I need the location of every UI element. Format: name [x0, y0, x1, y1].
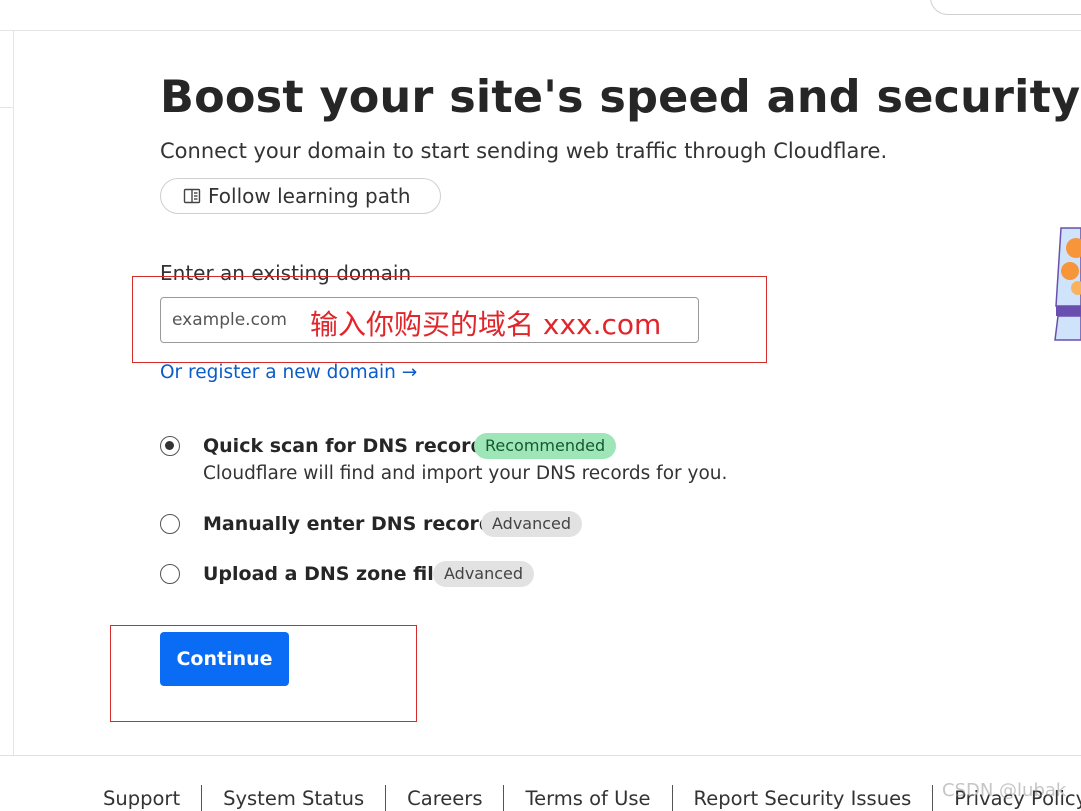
radio-quick-scan[interactable] [160, 436, 180, 456]
page-title: Boost your site's speed and security [160, 72, 1081, 123]
footer-separator [385, 785, 387, 811]
left-sidebar-rail [0, 30, 14, 755]
footer-separator [671, 785, 673, 811]
watermark: CSDN @lubak [942, 780, 1067, 801]
follow-learning-path-button[interactable]: Follow learning path [160, 178, 441, 214]
footer-link-system-status[interactable]: System Status [223, 787, 364, 810]
option-upload-title: Upload a DNS zone file [203, 563, 447, 585]
option-quick-scan-description: Cloudflare will find and import your DNS… [203, 463, 728, 484]
advanced-badge: Advanced [481, 511, 583, 537]
top-search-field[interactable] [930, 0, 1081, 15]
footer-link-support[interactable]: Support [103, 787, 180, 810]
sidebar-divider [0, 107, 13, 108]
footer-separator [503, 785, 505, 811]
footer-separator [201, 785, 203, 811]
top-bar [0, 0, 1081, 31]
footer-link-terms[interactable]: Terms of Use [525, 787, 650, 810]
footer-divider [0, 755, 1081, 756]
footer-link-report-security[interactable]: Report Security Issues [694, 787, 912, 810]
footer-separator [932, 785, 934, 811]
register-new-domain-link[interactable]: Or register a new domain → [160, 362, 417, 383]
option-quick-scan-title: Quick scan for DNS records [203, 435, 496, 457]
footer-links: Support System Status Careers Terms of U… [103, 785, 1081, 811]
footer-link-careers[interactable]: Careers [407, 787, 482, 810]
annotation-box-domain [132, 276, 767, 363]
lava-lamp-illustration [1054, 227, 1081, 341]
advanced-badge: Advanced [433, 561, 535, 587]
follow-learning-path-label: Follow learning path [208, 184, 411, 208]
radio-manual-entry[interactable] [160, 514, 180, 534]
annotation-box-continue [110, 625, 417, 722]
book-icon [183, 188, 201, 204]
radio-upload-zone-file[interactable] [160, 564, 180, 584]
recommended-badge: Recommended [474, 433, 617, 459]
option-manual-title: Manually enter DNS records [203, 513, 504, 535]
page-subtitle: Connect your domain to start sending web… [160, 139, 888, 163]
